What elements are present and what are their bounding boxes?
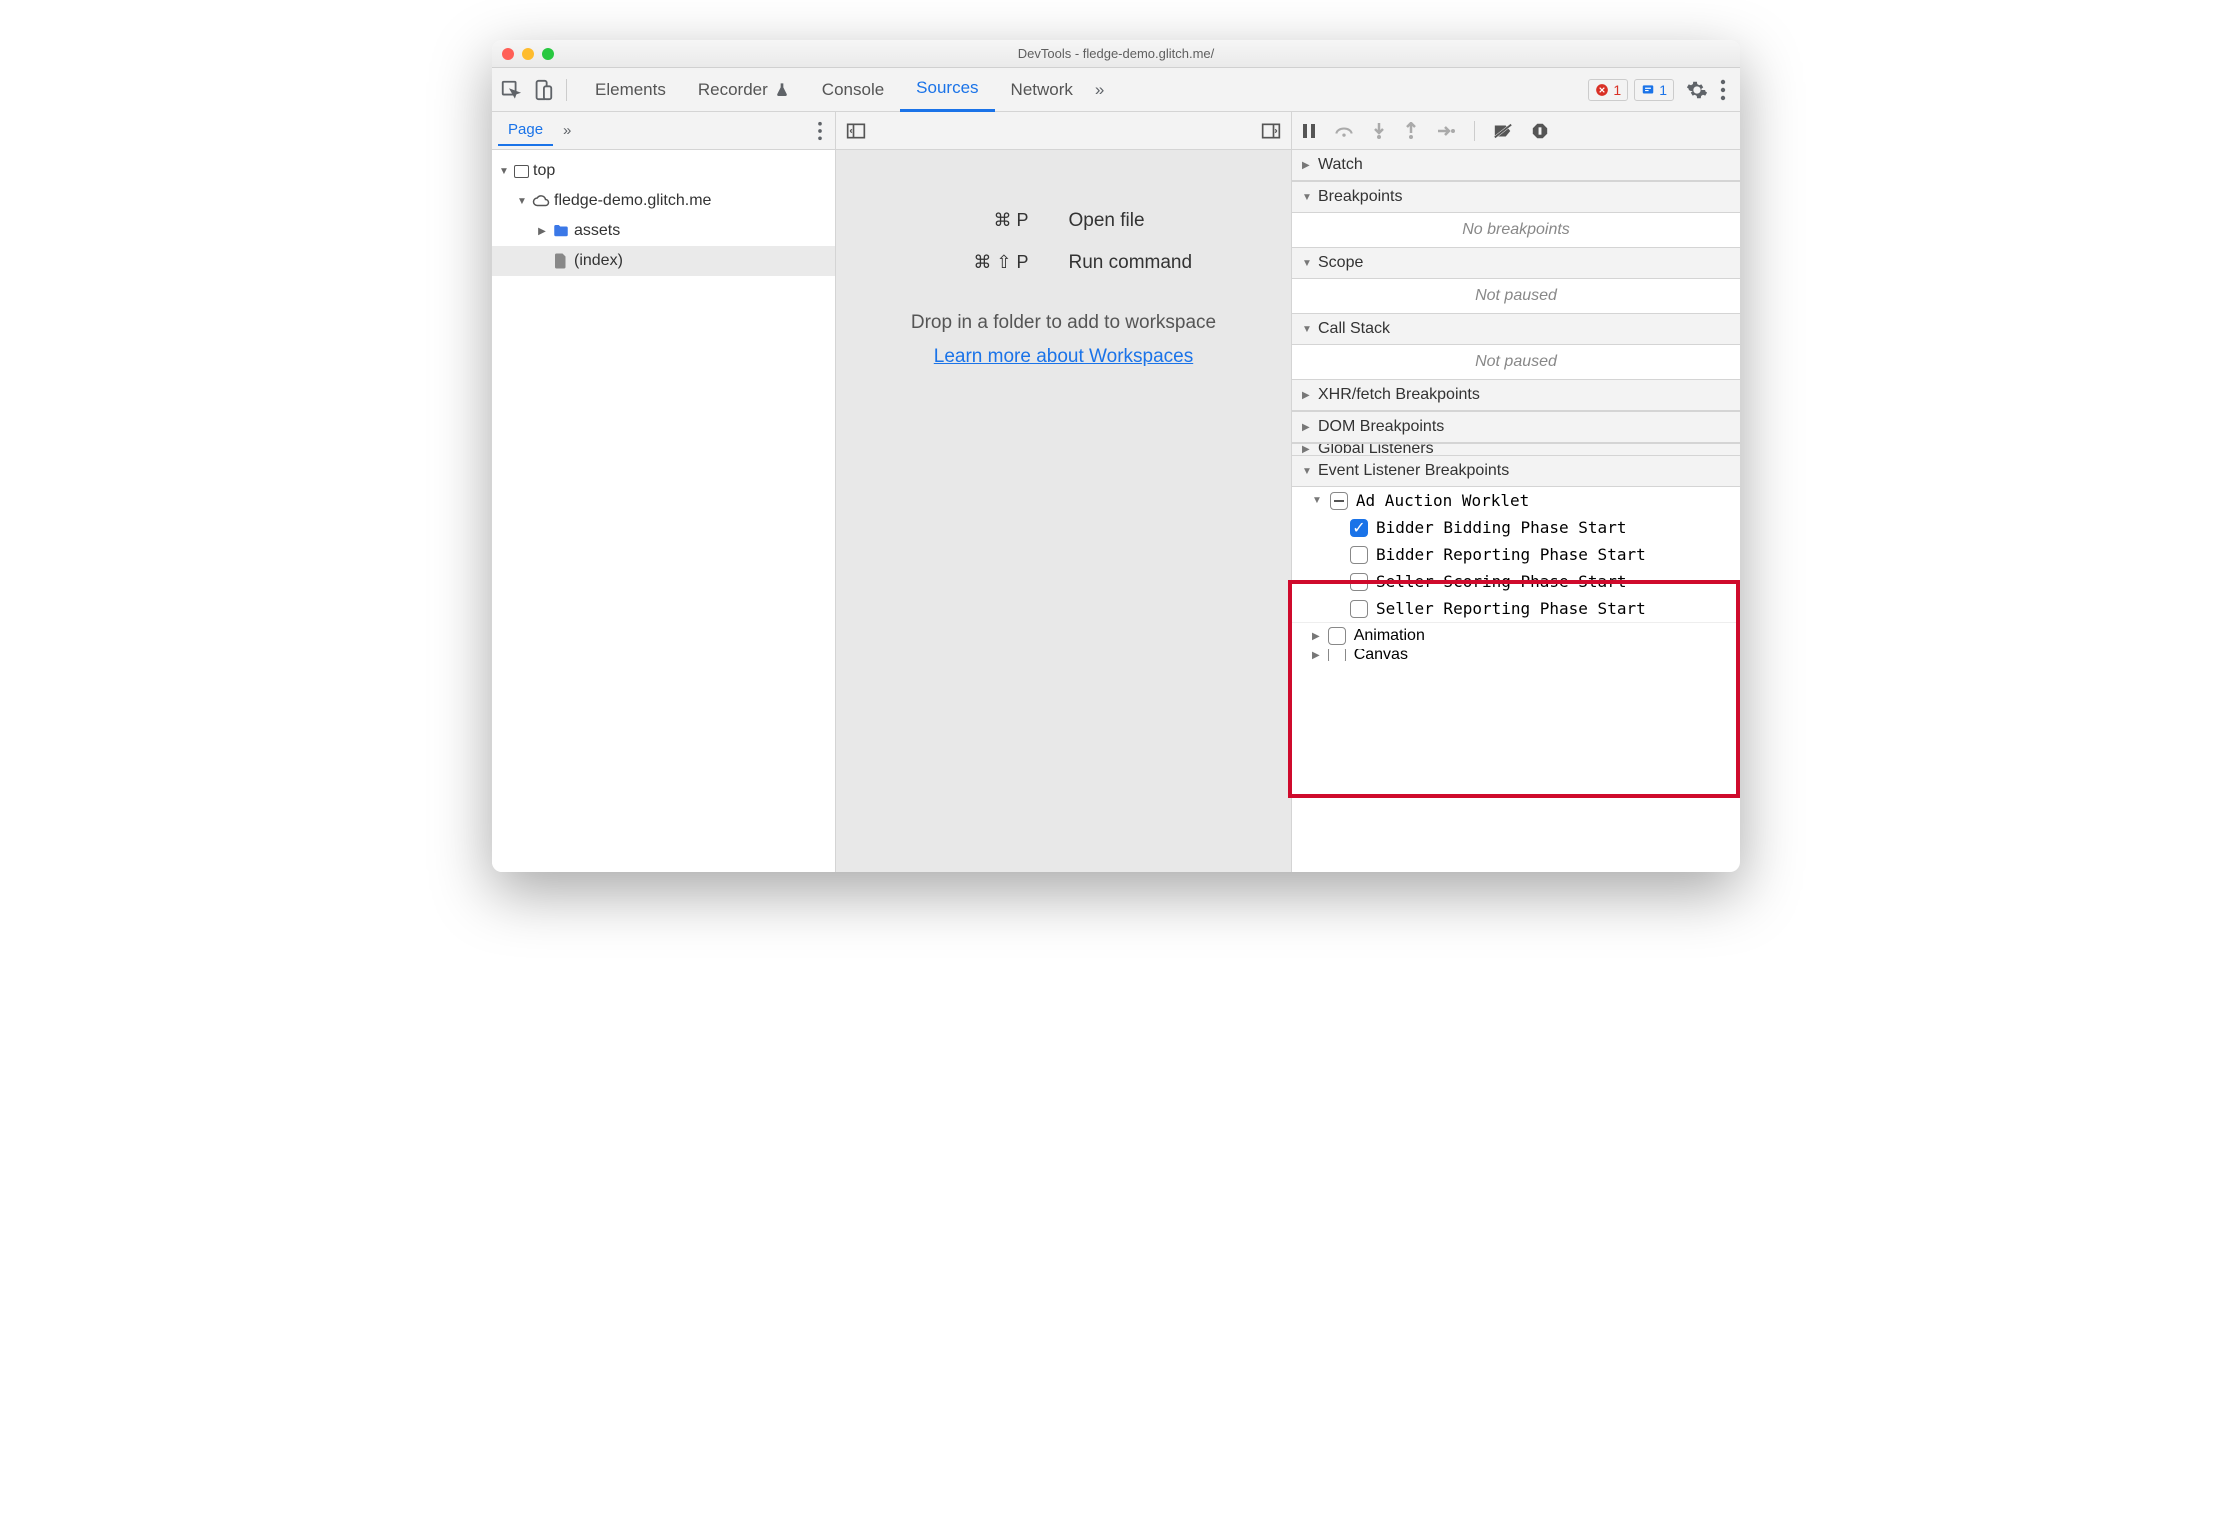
checkbox-checked-icon[interactable]: ✓ [1350, 519, 1368, 537]
inspect-icon[interactable] [500, 79, 522, 101]
open-file-shortcut: ⌘ P [859, 210, 1029, 232]
scope-empty: Not paused [1292, 279, 1740, 313]
step-out-icon[interactable] [1404, 122, 1418, 140]
file-tree: top fledge-demo.glitch.me assets [492, 150, 835, 872]
checkbox-icon[interactable] [1350, 600, 1368, 618]
error-icon [1595, 83, 1609, 97]
scope-section[interactable]: ▼Scope [1292, 247, 1740, 279]
checkbox-icon[interactable] [1350, 573, 1368, 591]
run-command-shortcut: ⌘ ⇧ P [859, 252, 1029, 274]
pause-icon[interactable] [1302, 123, 1316, 139]
step-icon[interactable] [1436, 124, 1456, 138]
tab-network[interactable]: Network [995, 68, 1089, 112]
error-badge[interactable]: 1 [1588, 79, 1628, 101]
hide-navigator-icon[interactable] [846, 122, 866, 140]
cloud-icon [532, 192, 550, 210]
open-file-label: Open file [1069, 210, 1269, 232]
elb-item-3[interactable]: Seller Reporting Phase Start [1292, 595, 1740, 622]
editor-pane: ⌘ P Open file ⌘ ⇧ P Run command Drop in … [836, 112, 1292, 872]
close-window-icon[interactable] [502, 48, 514, 60]
checkbox-icon[interactable] [1328, 627, 1346, 645]
tab-sources[interactable]: Sources [900, 68, 994, 112]
tab-console[interactable]: Console [806, 68, 900, 112]
workspace-drop-text: Drop in a folder to add to workspace [911, 312, 1216, 334]
devtools-body: Page » top fledge-demo.gl [492, 112, 1740, 872]
breakpoints-empty: No breakpoints [1292, 213, 1740, 247]
tree-top[interactable]: top [492, 156, 835, 186]
step-into-icon[interactable] [1372, 122, 1386, 140]
navigator-pane: Page » top fledge-demo.gl [492, 112, 836, 872]
checkbox-icon[interactable] [1328, 649, 1346, 661]
debugger-toolbar [1292, 112, 1740, 150]
devtools-window: DevTools - fledge-demo.glitch.me/ Elemen… [492, 40, 1740, 872]
hide-debugger-icon[interactable] [1261, 122, 1281, 140]
step-over-icon[interactable] [1334, 123, 1354, 139]
titlebar: DevTools - fledge-demo.glitch.me/ [492, 40, 1740, 68]
message-icon [1641, 83, 1655, 97]
device-toggle-icon[interactable] [532, 79, 554, 101]
minimize-window-icon[interactable] [522, 48, 534, 60]
window-title: DevTools - fledge-demo.glitch.me/ [492, 46, 1740, 61]
message-badge[interactable]: 1 [1634, 79, 1674, 101]
checkbox-icon[interactable] [1350, 546, 1368, 564]
kebab-menu-icon[interactable] [1714, 79, 1732, 101]
frame-icon [514, 165, 529, 178]
run-command-label: Run command [1069, 252, 1269, 274]
elb-category-animation[interactable]: ▶ Animation [1292, 622, 1740, 649]
callstack-empty: Not paused [1292, 345, 1740, 379]
dom-section[interactable]: ▶DOM Breakpoints [1292, 411, 1740, 443]
maximize-window-icon[interactable] [542, 48, 554, 60]
navigator-menu-icon[interactable] [811, 121, 829, 141]
folder-icon [552, 222, 570, 240]
file-icon [552, 252, 570, 270]
tree-file[interactable]: (index) [492, 246, 835, 276]
global-listeners-section[interactable]: ▶Global Listeners [1292, 443, 1740, 455]
elb-item-0[interactable]: ✓ Bidder Bidding Phase Start [1292, 514, 1740, 541]
xhr-section[interactable]: ▶XHR/fetch Breakpoints [1292, 379, 1740, 411]
elb-category-ad-auction[interactable]: ▼ Ad Auction Worklet [1292, 487, 1740, 514]
checkbox-indeterminate-icon[interactable] [1330, 492, 1348, 510]
page-tab[interactable]: Page [498, 115, 553, 146]
event-listener-breakpoints-section[interactable]: ▼Event Listener Breakpoints [1292, 455, 1740, 487]
more-nav-tabs-icon[interactable]: » [557, 122, 577, 139]
tab-elements[interactable]: Elements [579, 68, 682, 112]
elb-item-2[interactable]: Seller Scoring Phase Start [1292, 568, 1740, 595]
tree-origin[interactable]: fledge-demo.glitch.me [492, 186, 835, 216]
settings-icon[interactable] [1680, 79, 1714, 101]
window-controls[interactable] [502, 48, 554, 60]
debugger-pane: ▶Watch ▼Breakpoints No breakpoints ▼Scop… [1292, 112, 1740, 872]
more-tabs-icon[interactable]: » [1089, 80, 1110, 100]
elb-category-canvas[interactable]: ▶ Canvas [1292, 649, 1740, 661]
deactivate-breakpoints-icon[interactable] [1493, 122, 1513, 140]
learn-more-link[interactable]: Learn more about Workspaces [934, 346, 1193, 368]
watch-section[interactable]: ▶Watch [1292, 150, 1740, 181]
pause-on-exceptions-icon[interactable] [1531, 122, 1549, 140]
flask-icon [774, 82, 790, 98]
debugger-sections: ▶Watch ▼Breakpoints No breakpoints ▼Scop… [1292, 150, 1740, 872]
tree-folder[interactable]: assets [492, 216, 835, 246]
main-tab-bar: Elements Recorder Console Sources Networ… [492, 68, 1740, 112]
breakpoints-section[interactable]: ▼Breakpoints [1292, 181, 1740, 213]
callstack-section[interactable]: ▼Call Stack [1292, 313, 1740, 345]
tab-recorder[interactable]: Recorder [682, 68, 806, 112]
elb-item-1[interactable]: Bidder Reporting Phase Start [1292, 541, 1740, 568]
